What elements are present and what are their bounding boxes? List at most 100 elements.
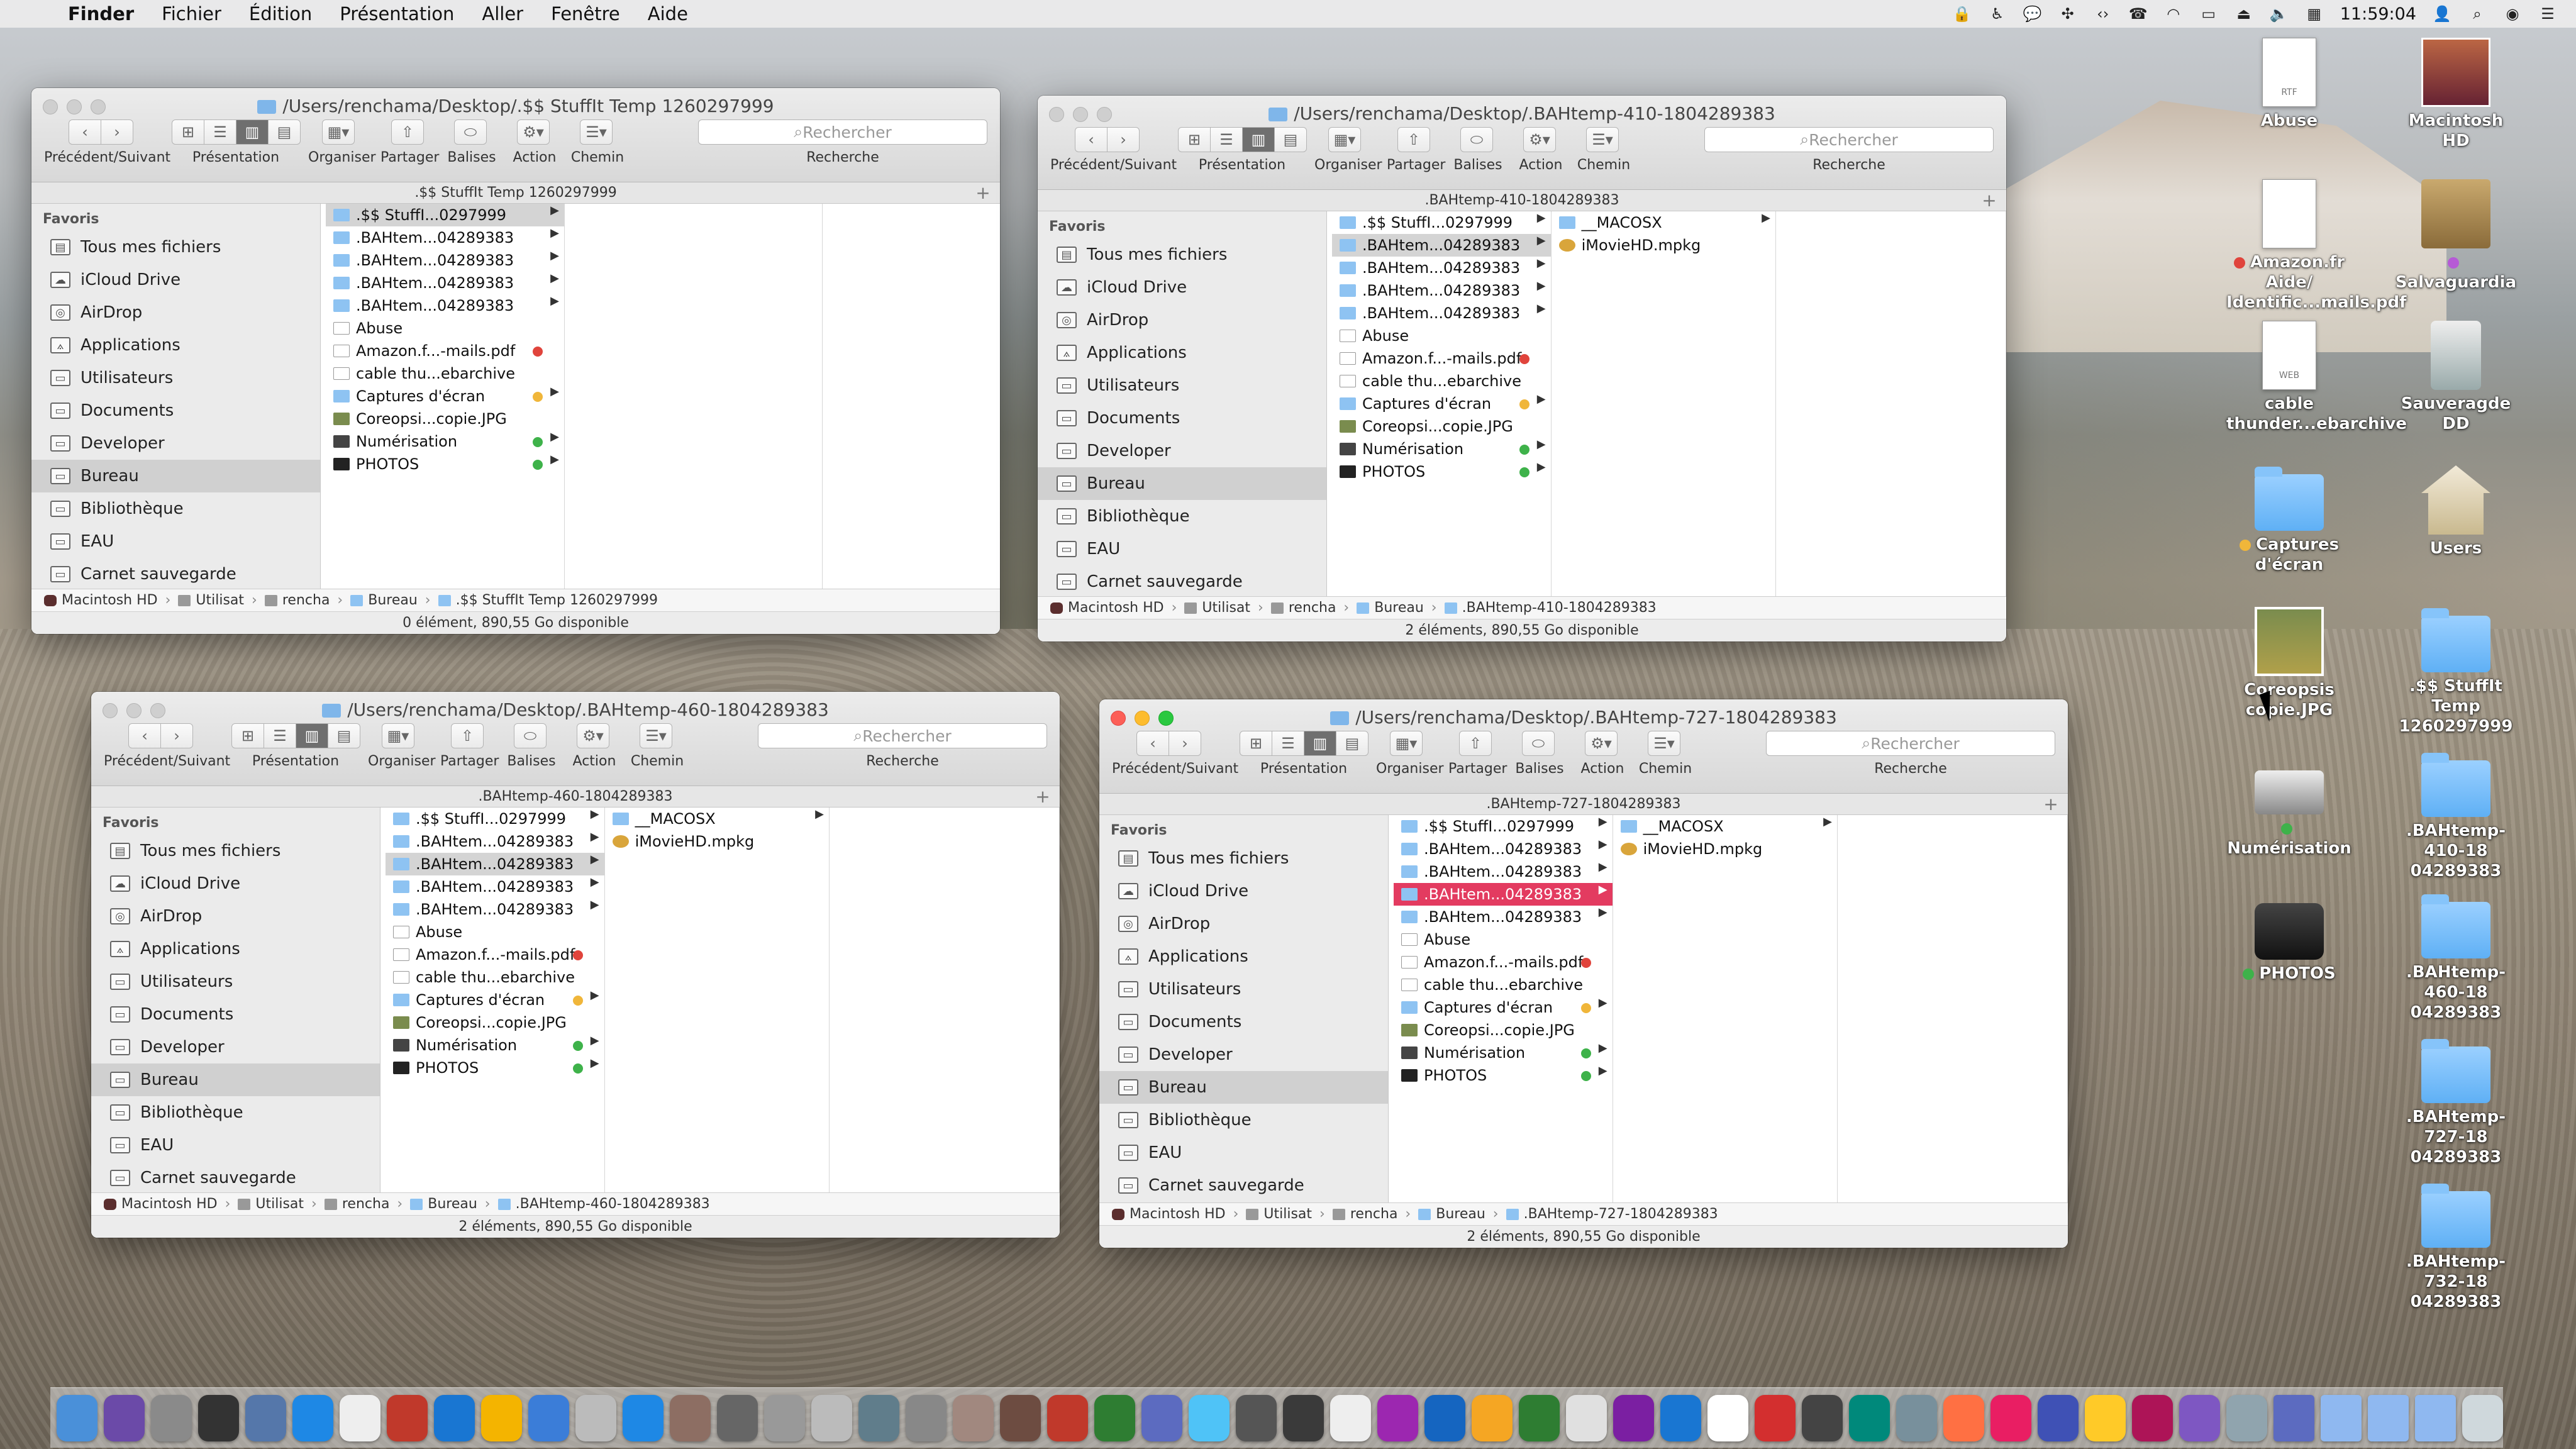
sidebar-item[interactable]: ▭ Documents [31, 394, 320, 427]
system-preferences-icon[interactable] [764, 1394, 805, 1441]
volume-icon[interactable]: 🔈 [2270, 4, 2289, 23]
textedit-icon[interactable] [340, 1394, 380, 1441]
menu-presentation[interactable]: Présentation [340, 3, 454, 25]
siri-icon[interactable]: ◉ [2503, 4, 2522, 23]
list-item[interactable]: Coreopsi...copie.JPG [1394, 1019, 1613, 1041]
preview-icon[interactable] [528, 1394, 569, 1441]
sidebar-item[interactable]: ▭ EAU [1038, 533, 1326, 565]
finder-search-icon[interactable] [623, 1394, 663, 1441]
new-tab-button[interactable]: + [972, 182, 994, 204]
launchpad-icon[interactable] [151, 1394, 192, 1441]
list-item[interactable]: .BAHtem...04289383 ▶ [326, 249, 564, 272]
list-item[interactable]: cable thu...ebarchive [326, 362, 564, 385]
messages-icon[interactable]: 💬 [2023, 4, 2042, 23]
desktop-icon[interactable]: Sauveragde DD [2393, 321, 2519, 434]
stuffit-icon[interactable] [1000, 1394, 1041, 1441]
solitaire-icon[interactable] [1519, 1394, 1560, 1441]
list-item[interactable]: .BAHtem...04289383 ▶ [1332, 279, 1551, 302]
sidebar-item[interactable]: ▭ Utilisateurs [1099, 973, 1388, 1006]
list-item[interactable]: Numérisation ▶ [386, 1034, 604, 1057]
menu-fichier[interactable]: Fichier [162, 3, 221, 25]
pages-icon[interactable] [1424, 1394, 1465, 1441]
lock-icon[interactable]: 🔒 [1953, 4, 1972, 23]
wifi-icon[interactable]: ◠ [2164, 4, 2183, 23]
action-button[interactable]: ⚙▾ [517, 119, 550, 145]
archive-icon[interactable] [953, 1394, 994, 1441]
acrobat-icon[interactable] [1755, 1394, 1796, 1441]
trash-icon[interactable] [2462, 1394, 2503, 1441]
phone-icon[interactable]: ☎ [2129, 4, 2148, 23]
list-item[interactable]: Coreopsi...copie.JPG [326, 408, 564, 430]
back-button[interactable]: ‹ [1136, 731, 1169, 756]
sidebar-item[interactable]: ☁ iCloud Drive [1038, 271, 1326, 304]
airdrop-folder-icon[interactable] [2179, 1394, 2220, 1441]
poker-icon[interactable] [1566, 1394, 1607, 1441]
list-item[interactable]: PHOTOS ▶ [1394, 1064, 1613, 1087]
photo-booth-icon[interactable] [387, 1394, 428, 1441]
instruments-icon[interactable] [717, 1394, 758, 1441]
desktop-icon[interactable]: Amazon.fr Aide/ Identific...mails.pdf [2226, 179, 2406, 313]
sidebar-item[interactable]: ▭ Bureau [1038, 467, 1326, 500]
action-button[interactable]: ⚙▾ [1523, 127, 1556, 152]
desktop-icon[interactable]: .BAHtemp-460-18 04289383 [2393, 893, 2519, 1023]
path-bar-item[interactable]: Bureau [410, 1196, 477, 1212]
camera-icon[interactable] [1236, 1394, 1277, 1441]
list-item[interactable]: __MACOSX ▶ [1613, 815, 1837, 838]
sidebar-item[interactable]: ▤ Tous mes fichiers [1099, 842, 1388, 875]
gallery-view-button[interactable]: ▤ [328, 723, 360, 748]
arrange-button[interactable]: ▦▾ [322, 119, 355, 145]
desktop-icon[interactable]: .BAHtemp-732-18 04289383 [2393, 1182, 2519, 1312]
utilities-icon[interactable] [1707, 1394, 1748, 1441]
list-item[interactable]: Numérisation ▶ [1332, 438, 1551, 460]
list-item[interactable]: .$$ StuffI...0297999 ▶ [1394, 815, 1613, 838]
list-item[interactable]: .BAHtem...04289383 ▶ [1394, 860, 1613, 883]
path-button[interactable]: ☰▾ [580, 119, 613, 145]
list-view-button[interactable]: ☰ [1272, 731, 1304, 756]
path-button[interactable]: ☰▾ [640, 723, 672, 748]
sidebar-item[interactable]: ◎ AirDrop [91, 900, 380, 933]
user-icon[interactable]: 👤 [2433, 4, 2451, 23]
new-tab-button[interactable]: + [1032, 786, 1053, 808]
downloads-folder-icon[interactable] [2226, 1394, 2267, 1441]
finder-icon[interactable] [57, 1394, 97, 1441]
path-bar-item[interactable]: Macintosh HD [104, 1196, 218, 1212]
list-item[interactable]: Captures d'écran ▶ [326, 385, 564, 408]
path-bar-item[interactable]: .BAHtemp-410-1804289383 [1444, 600, 1657, 616]
siri-icon[interactable] [104, 1394, 145, 1441]
sidebar-item[interactable]: ⟑ Applications [91, 933, 380, 965]
list-item[interactable]: Numérisation ▶ [1394, 1041, 1613, 1064]
forward-button[interactable]: › [101, 119, 133, 145]
list-item[interactable]: Coreopsi...copie.JPG [1332, 415, 1551, 438]
excel-icon[interactable] [1472, 1394, 1513, 1441]
folder-icon[interactable] [2415, 1394, 2456, 1441]
sidebar-item[interactable]: ▭ Bibliothèque [91, 1096, 380, 1129]
list-item[interactable]: iMovieHD.mpkg [605, 830, 829, 853]
photos-icon[interactable] [1047, 1394, 1088, 1441]
git-icon[interactable] [1802, 1394, 1843, 1441]
messages-icon[interactable] [575, 1394, 616, 1441]
arrange-button[interactable]: ▦▾ [382, 723, 414, 748]
app-store-icon[interactable] [292, 1394, 333, 1441]
desktop-icon[interactable]: Captures d'écran [2226, 465, 2352, 575]
path-bar-item[interactable]: Macintosh HD [1112, 1206, 1226, 1222]
gallery-view-button[interactable]: ▤ [1336, 731, 1368, 756]
icon-view-button[interactable]: ⊞ [1178, 127, 1211, 152]
list-item[interactable]: Numérisation ▶ [326, 430, 564, 453]
path-bar-item[interactable]: rencha [324, 1196, 389, 1212]
automator-icon[interactable] [906, 1394, 947, 1441]
list-item[interactable]: .BAHtem...04289383 ▶ [386, 898, 604, 921]
path-bar-item[interactable]: .BAHtemp-460-1804289383 [497, 1196, 710, 1212]
list-item[interactable]: __MACOSX ▶ [605, 808, 829, 830]
list-item[interactable]: cable thu...ebarchive [386, 966, 604, 989]
sidebar-item[interactable]: ▭ Bureau [91, 1063, 380, 1096]
path-bar-item[interactable]: rencha [264, 592, 330, 608]
desktop-icon[interactable]: .BAHtemp-727-18 04289383 [2393, 1038, 2519, 1167]
list-item[interactable]: __MACOSX ▶ [1552, 211, 1775, 234]
disk-drill-icon[interactable] [1613, 1394, 1654, 1441]
sidebar-item[interactable]: ▭ Utilisateurs [1038, 369, 1326, 402]
search-field[interactable]: ⌕ Rechercher [1704, 127, 1994, 152]
sidebar-item[interactable]: ▭ Developer [31, 427, 320, 460]
sidebar-item[interactable]: ▤ Tous mes fichiers [1038, 238, 1326, 271]
path-bar-item[interactable]: Utilisat [238, 1196, 304, 1212]
sidebar-item[interactable]: ▭ Developer [1038, 435, 1326, 467]
